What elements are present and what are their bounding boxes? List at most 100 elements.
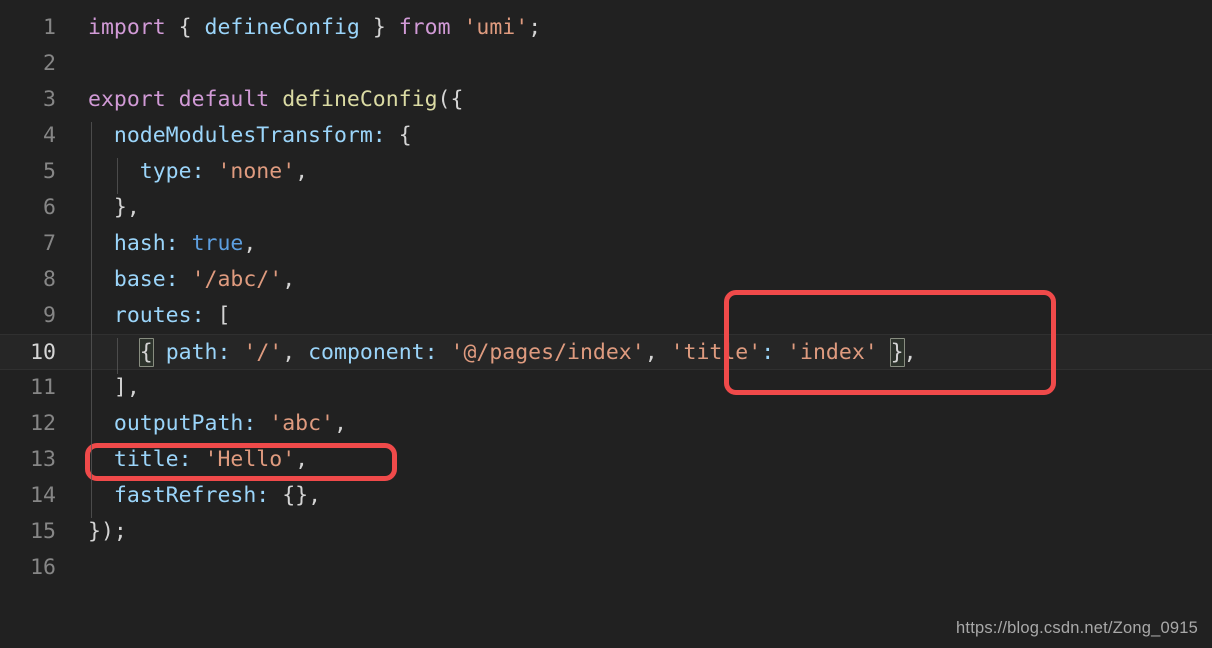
code-line[interactable]: 7 hash: true, — [0, 226, 1212, 262]
line-number: 7 — [43, 231, 56, 256]
code-token: }); — [88, 519, 127, 544]
code-token: { — [138, 338, 154, 367]
code-token: : — [217, 340, 231, 365]
code-token: path — [165, 340, 218, 365]
indent-guide — [91, 122, 92, 518]
line-content[interactable]: nodeModulesTransform: { — [88, 118, 412, 154]
code-token: nodeModulesTransform — [113, 123, 373, 148]
code-token: 'Hello' — [204, 447, 296, 472]
line-number: 5 — [43, 159, 56, 184]
line-content[interactable]: hash: true, — [88, 226, 256, 262]
code-token: { — [178, 15, 192, 40]
code-token: title — [113, 447, 179, 472]
code-line[interactable]: 8 base: '/abc/', — [0, 262, 1212, 298]
code-token: 'none' — [217, 159, 296, 184]
indent-guide — [116, 338, 118, 374]
code-line[interactable]: 5 type: 'none', — [0, 154, 1212, 190]
code-token: : — [178, 447, 192, 472]
line-content[interactable]: routes: [ — [88, 298, 231, 334]
code-token: import — [88, 15, 166, 40]
code-line[interactable]: 15}); — [0, 514, 1212, 550]
code-token: base — [113, 267, 166, 292]
code-token: : — [165, 267, 179, 292]
code-token: : — [191, 303, 205, 328]
line-number: 6 — [43, 195, 56, 220]
code-token: 'index' — [787, 340, 878, 365]
line-number: 9 — [43, 303, 56, 328]
line-number: 16 — [30, 555, 56, 580]
line-number: 4 — [43, 123, 56, 148]
code-line[interactable]: 9 routes: [ — [0, 298, 1212, 334]
code-editor[interactable]: 1 import { defineConfig } from 'umi'; 2 3 ex… — [0, 0, 1212, 648]
code-token: : — [256, 483, 270, 508]
code-token: , — [295, 159, 309, 184]
watermark-url: https://blog.csdn.net/Zong_0915 — [956, 619, 1198, 637]
code-token: '/abc/' — [191, 267, 283, 292]
line-content[interactable]: title: 'Hello', — [88, 442, 308, 478]
code-lines-container[interactable]: 1 import { defineConfig } from 'umi'; 2 3 ex… — [0, 0, 1212, 600]
code-token: outputPath — [113, 411, 244, 436]
code-token: , — [295, 447, 309, 472]
code-line[interactable]: 6 }, — [0, 190, 1212, 226]
code-line[interactable]: 4 nodeModulesTransform: { — [0, 118, 1212, 154]
code-token: component — [308, 340, 425, 365]
code-token: { — [398, 123, 412, 148]
code-token: : — [372, 123, 386, 148]
line-number: 10 — [30, 340, 56, 365]
line-content[interactable]: }, — [88, 190, 140, 226]
code-token: , — [333, 411, 347, 436]
code-token: fastRefresh — [113, 483, 257, 508]
code-line[interactable]: 12 outputPath: 'abc', — [0, 406, 1212, 442]
code-token: 'title' — [670, 340, 762, 365]
code-line[interactable]: 2 — [0, 46, 1212, 82]
code-line[interactable]: 16 — [0, 550, 1212, 586]
code-token: ], — [88, 375, 140, 400]
line-content[interactable]: export default defineConfig({ — [88, 82, 463, 118]
code-token: ; — [528, 15, 542, 40]
line-content[interactable]: type: 'none', — [88, 154, 308, 190]
line-number: 11 — [30, 375, 56, 400]
line-content[interactable]: }); — [88, 514, 127, 550]
code-token: 'umi' — [463, 15, 529, 40]
code-line[interactable]: 10 { path: '/', component: '@/pages/inde… — [0, 334, 1212, 370]
line-number: 1 — [43, 15, 56, 40]
line-content[interactable]: { path: '/', component: '@/pages/index',… — [88, 335, 917, 371]
line-number: 13 — [30, 447, 56, 472]
code-token: , — [282, 340, 309, 365]
code-line[interactable]: 14 fastRefresh: {}, — [0, 478, 1212, 514]
code-token: {}, — [282, 483, 322, 508]
line-content[interactable]: ], — [88, 370, 140, 406]
code-line[interactable]: 3 export default defineConfig({ — [0, 82, 1212, 118]
indent-guide — [116, 158, 118, 194]
code-token: from — [398, 15, 451, 40]
line-number: 2 — [43, 51, 56, 76]
code-token: : — [191, 159, 205, 184]
code-token: '@/pages/index' — [450, 340, 645, 365]
code-line[interactable]: 13 title: 'Hello', — [0, 442, 1212, 478]
code-token: : — [165, 231, 179, 256]
line-content[interactable]: outputPath: 'abc', — [88, 406, 347, 442]
code-token: } — [889, 338, 905, 367]
line-content[interactable]: base: '/abc/', — [88, 262, 295, 298]
code-token: , — [243, 231, 257, 256]
code-token: : — [424, 340, 438, 365]
line-number: 8 — [43, 267, 56, 292]
line-number: 12 — [30, 411, 56, 436]
line-content[interactable]: import { defineConfig } from 'umi'; — [88, 10, 541, 46]
line-content[interactable]: fastRefresh: {}, — [88, 478, 321, 514]
code-line[interactable]: 11 ], — [0, 370, 1212, 406]
code-token: default — [178, 87, 270, 112]
code-line[interactable]: 1 import { defineConfig } from 'umi'; — [0, 10, 1212, 46]
